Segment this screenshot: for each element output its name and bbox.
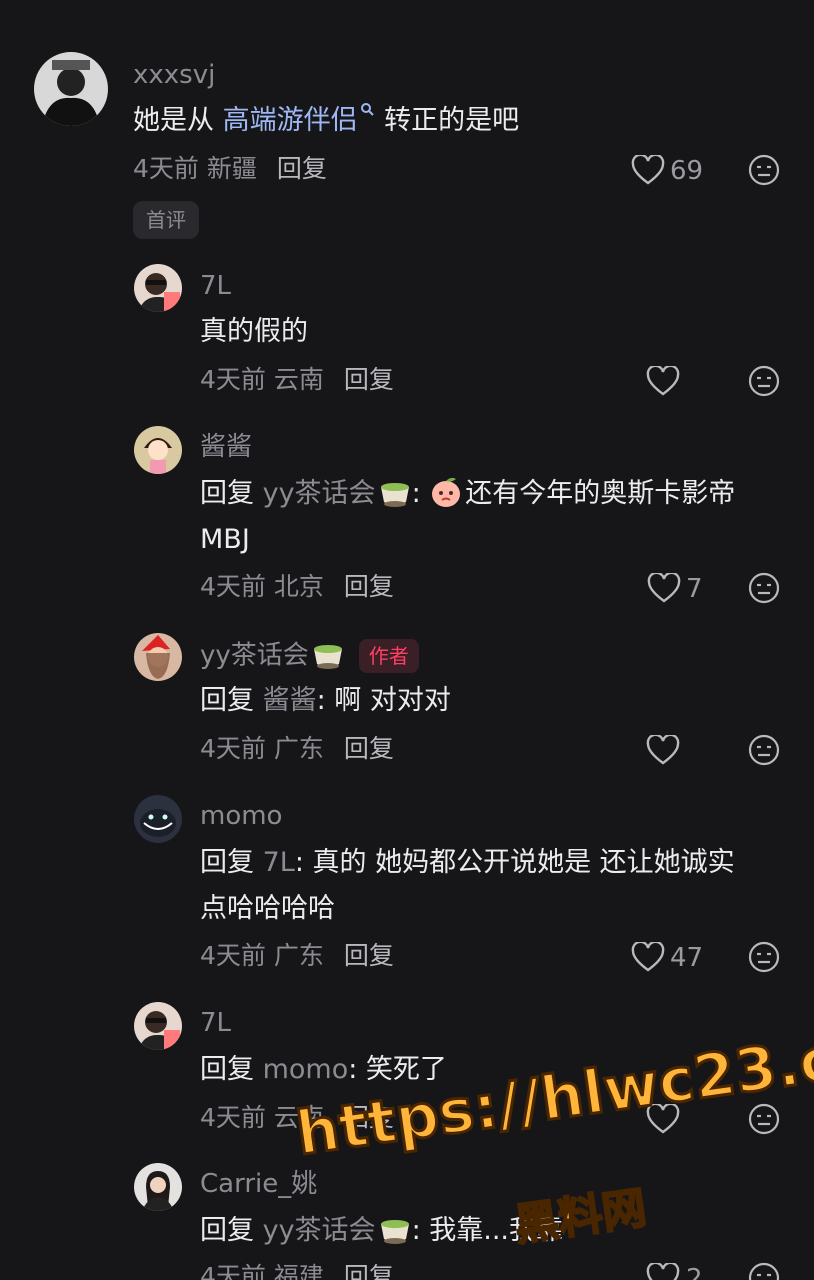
avatar[interactable] (134, 426, 182, 474)
dislike-icon[interactable] (748, 734, 780, 766)
comment-meta: 4天前 广东 回复 (200, 941, 394, 970)
search-icon (360, 103, 374, 116)
tea-cup-icon (380, 1220, 409, 1244)
username: yy茶话会 作者 (200, 639, 419, 673)
username[interactable]: 酱酱 (200, 432, 252, 462)
comment-meta: 4天前 云南 回复 (200, 365, 394, 394)
comment-text: 真的假的 (200, 316, 308, 347)
username[interactable]: 7L (200, 271, 231, 301)
comment-meta: 4天前 新疆 回复 (133, 154, 327, 183)
reply-button[interactable]: 回复 (277, 154, 327, 183)
dislike-icon[interactable] (748, 154, 780, 186)
comment-text: 她是从 高端游伴侣 转正的是吧 (133, 98, 519, 144)
heart-icon[interactable] (646, 1104, 680, 1134)
like-count: 7 (686, 574, 703, 604)
reply-to-user[interactable]: yy茶话会 (263, 478, 376, 509)
username[interactable]: momo (200, 801, 282, 831)
comment-meta: 4天前 广东 回复 (200, 734, 394, 763)
comment-text: 回复 momo: 笑死了 (200, 1054, 447, 1085)
heart-icon[interactable] (647, 573, 681, 603)
heart-icon[interactable] (631, 155, 665, 185)
heart-icon[interactable] (646, 366, 680, 396)
dislike-icon[interactable] (748, 1103, 780, 1135)
reply-button[interactable]: 回复 (344, 365, 394, 394)
username[interactable]: Carrie_姚 (200, 1169, 317, 1199)
dislike-icon[interactable] (748, 365, 780, 397)
dislike-icon[interactable] (748, 941, 780, 973)
comment-text: 回复 yy茶话会: 还有今年的奥斯卡影帝 (200, 471, 735, 517)
reply-to-user[interactable]: 7L (263, 847, 295, 878)
comment-meta: 4天前 北京 回复 (200, 572, 394, 601)
tea-cup-icon (313, 644, 342, 669)
peach-face-icon (432, 477, 461, 507)
first-comment-badge: 首评 (133, 201, 199, 239)
tea-cup-icon (380, 483, 409, 507)
reply-button[interactable]: 回复 (344, 734, 394, 763)
heart-icon[interactable] (631, 942, 665, 972)
avatar[interactable] (34, 52, 108, 126)
dislike-icon[interactable] (748, 1262, 780, 1280)
reply-to-user[interactable]: momo (263, 1054, 349, 1085)
avatar[interactable] (134, 264, 182, 312)
reply-button[interactable]: 回复 (344, 941, 394, 970)
search-link[interactable]: 高端游伴侣 (223, 103, 376, 136)
like-count: 47 (670, 943, 704, 973)
comment-text: 回复 yy茶话会: 我靠...我靠 (200, 1215, 563, 1246)
heart-icon[interactable] (646, 1263, 680, 1280)
reply-button[interactable]: 回复 (344, 1262, 394, 1280)
like-count: 2 (686, 1264, 703, 1280)
heart-icon[interactable] (646, 735, 680, 765)
dislike-icon[interactable] (748, 572, 780, 604)
username[interactable]: 7L (200, 1008, 231, 1038)
like-count: 69 (670, 156, 704, 186)
reply-to-user[interactable]: yy茶话会 (263, 1215, 376, 1246)
comment-text-cont: MBJ (200, 524, 250, 555)
comment-meta: 4天前 福建 回复 (200, 1262, 394, 1280)
comment-text: 回复 7L: 真的 她妈都公开说她是 还让她诚实 (200, 847, 735, 878)
avatar[interactable] (134, 795, 182, 843)
username[interactable]: xxxsvj (133, 60, 215, 90)
avatar[interactable] (134, 1163, 182, 1211)
reply-to-user[interactable]: 酱酱 (263, 685, 317, 716)
comment-text-cont: 点哈哈哈哈 (200, 893, 335, 924)
avatar[interactable] (134, 1002, 182, 1050)
avatar[interactable] (134, 633, 182, 681)
reply-button[interactable]: 回复 (344, 1103, 394, 1132)
comment-meta: 4天前 云南 回复 (200, 1103, 394, 1132)
reply-button[interactable]: 回复 (344, 572, 394, 601)
author-badge: 作者 (358, 639, 419, 673)
comment-text: 回复 酱酱: 啊 对对对 (200, 685, 451, 716)
